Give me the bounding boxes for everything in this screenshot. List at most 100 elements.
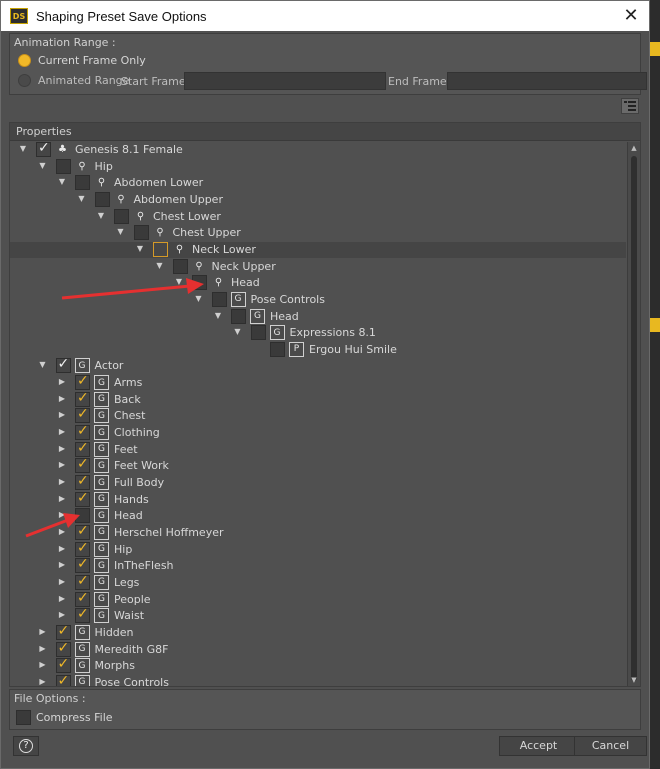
tree-row[interactable]: ▶ ✓ G Feet Work [10, 456, 626, 474]
tree-row-checkbox[interactable]: ✓ [75, 556, 90, 574]
expand-arrow-icon[interactable]: ▶ [57, 510, 67, 520]
tree-row-checkbox[interactable] [172, 258, 188, 274]
accept-button[interactable]: Accept [499, 736, 578, 756]
tree-row[interactable]: ▶ ✓ G Morphs [10, 656, 626, 674]
collapse-arrow-icon[interactable]: ▼ [174, 277, 184, 287]
tree-row-checkbox[interactable]: ✓ [75, 540, 90, 557]
end-frame-input[interactable] [447, 72, 647, 90]
tree-row-checkbox[interactable] [75, 508, 90, 524]
scroll-up-icon[interactable]: ▲ [628, 142, 640, 154]
tree-row[interactable]: ▼ ⚲ Head [10, 275, 626, 291]
tree-row-checkbox[interactable]: ✓ [75, 590, 90, 607]
tree-row[interactable]: ▼ ✓ ♣ Genesis 8.1 Female [10, 142, 626, 158]
collapse-arrow-icon[interactable]: ▼ [194, 294, 204, 304]
tree-row-checkbox[interactable] [153, 241, 168, 257]
tree-row-checkbox[interactable]: ✓ [55, 640, 71, 657]
animated-range-radio[interactable] [18, 74, 31, 87]
collapse-arrow-icon[interactable]: ▼ [38, 360, 48, 370]
tree-row[interactable]: ▶ ✓ G Clothing [10, 423, 626, 441]
tree-row-checkbox[interactable]: ✓ [36, 142, 51, 157]
tree-row[interactable]: ▼ ⚲ Abdomen Upper [10, 191, 626, 208]
tree-row-checkbox[interactable]: ✓ [75, 373, 90, 391]
tree-row[interactable]: ▼ ⚲ Hip [10, 158, 626, 175]
expand-arrow-icon[interactable]: ▶ [57, 560, 67, 570]
collapse-arrow-icon[interactable]: ▼ [213, 311, 223, 321]
tree-row[interactable]: ▶ ✓ G Back [10, 390, 626, 408]
tree-row[interactable]: ▼ G Expressions 8.1 [10, 325, 626, 341]
expand-arrow-icon[interactable]: ▶ [57, 577, 67, 587]
expand-arrow-icon[interactable]: ▶ [57, 427, 67, 437]
tree-row-checkbox[interactable]: ✓ [55, 673, 71, 686]
tree-row[interactable]: ▼ G Head [10, 308, 626, 325]
tree-row[interactable]: ▼ ⚲ Chest Lower [10, 208, 626, 225]
tree-row[interactable]: ▶ ✓ G Legs [10, 573, 626, 591]
expand-arrow-icon[interactable]: ▶ [38, 677, 48, 686]
tree-row-checkbox[interactable]: ✓ [75, 606, 90, 624]
tree-row-checkbox[interactable]: ✓ [75, 440, 90, 457]
collapse-arrow-icon[interactable]: ▼ [38, 161, 48, 171]
tree-row[interactable]: ▶ ✓ G Hidden [10, 623, 626, 641]
tree-row-checkbox[interactable] [55, 158, 71, 174]
expand-arrow-icon[interactable]: ▶ [57, 410, 67, 420]
expand-arrow-icon[interactable]: ▶ [57, 444, 67, 454]
current-frame-radio[interactable] [18, 54, 31, 67]
expand-arrow-icon[interactable]: ▶ [38, 627, 48, 637]
expand-arrow-icon[interactable]: ▶ [57, 544, 67, 554]
tree-row-checkbox[interactable] [270, 341, 285, 357]
tree-row-checkbox[interactable] [133, 225, 149, 241]
tree-row[interactable]: ▶ G Head [10, 508, 626, 524]
collapse-arrow-icon[interactable]: ▼ [57, 177, 67, 187]
start-frame-input[interactable] [184, 72, 386, 90]
tree-row[interactable]: ▼ ⚲ Chest Upper [10, 225, 626, 241]
collapse-arrow-icon[interactable]: ▼ [135, 244, 145, 254]
tree-row-checkbox[interactable]: ✓ [75, 473, 90, 490]
tree-row-checkbox[interactable]: ✓ [75, 390, 90, 407]
tree-row[interactable]: ▼ ⚲ Neck Lower [10, 241, 626, 258]
expand-arrow-icon[interactable]: ▶ [57, 377, 67, 387]
tree-row[interactable]: ▶ ✓ G Hands [10, 490, 626, 508]
help-button[interactable]: ? [13, 736, 39, 756]
collapse-arrow-icon[interactable]: ▼ [18, 144, 28, 154]
tree-row[interactable]: ▶ ✓ G People [10, 590, 626, 608]
tree-row[interactable]: ▼ ✓ G Actor [10, 356, 626, 374]
tree-row-checkbox[interactable]: ✓ [55, 623, 71, 640]
tree-row-checkbox[interactable] [114, 208, 129, 224]
tree-row[interactable]: ▶ ✓ G Meredith G8F [10, 640, 626, 658]
tree-row[interactable]: ▶ ✓ G InTheFlesh [10, 556, 626, 574]
tree-row-checkbox[interactable]: ✓ [75, 523, 90, 540]
collapse-arrow-icon[interactable]: ▼ [155, 261, 165, 271]
expand-arrow-icon[interactable]: ▶ [38, 660, 48, 670]
compress-file-checkbox[interactable] [16, 710, 31, 725]
tree-row[interactable]: ▶ ✓ G Waist [10, 606, 626, 624]
tree-row-checkbox[interactable]: ✓ [75, 456, 90, 474]
tree-row-checkbox[interactable] [211, 291, 227, 307]
expand-arrow-icon[interactable]: ▶ [57, 460, 67, 470]
collapse-arrow-icon[interactable]: ▼ [77, 194, 87, 204]
cancel-button[interactable]: Cancel [574, 736, 647, 756]
tree-row-checkbox[interactable]: ✓ [75, 573, 90, 590]
expand-arrow-icon[interactable]: ▶ [57, 394, 67, 404]
tree-row-checkbox[interactable] [192, 275, 207, 291]
tree-row-checkbox[interactable] [75, 175, 90, 191]
collapse-arrow-icon[interactable]: ▼ [233, 327, 243, 337]
tree-row-checkbox[interactable]: ✓ [75, 423, 90, 441]
collapse-arrow-icon[interactable]: ▼ [96, 211, 106, 221]
expand-arrow-icon[interactable]: ▶ [38, 644, 48, 654]
options-menu-button[interactable] [621, 98, 639, 114]
tree-row[interactable]: ▶ ✓ G Herschel Hoffmeyer [10, 523, 626, 541]
tree-row[interactable]: ▶ ✓ G Hip [10, 540, 626, 558]
tree-row[interactable]: ▼ G Pose Controls [10, 291, 626, 308]
tree-row[interactable]: ▶ ✓ G Feet [10, 440, 626, 458]
tree-row[interactable]: ▶ ✓ G Pose Controls [10, 673, 626, 686]
expand-arrow-icon[interactable]: ▶ [57, 527, 67, 537]
tree-row[interactable]: ▼ ⚲ Neck Upper [10, 258, 626, 275]
tree-row-checkbox[interactable]: ✓ [55, 656, 71, 674]
tree-row-checkbox[interactable]: ✓ [75, 490, 90, 507]
tree-row[interactable]: ▶ ✓ G Chest [10, 406, 626, 424]
expand-arrow-icon[interactable]: ▶ [57, 494, 67, 504]
expand-arrow-icon[interactable]: ▶ [57, 594, 67, 604]
expand-arrow-icon[interactable]: ▶ [57, 477, 67, 487]
tree-row-checkbox[interactable] [94, 191, 110, 207]
tree-row[interactable]: ▶ ✓ G Full Body [10, 473, 626, 491]
tree-row-checkbox[interactable] [231, 308, 246, 324]
